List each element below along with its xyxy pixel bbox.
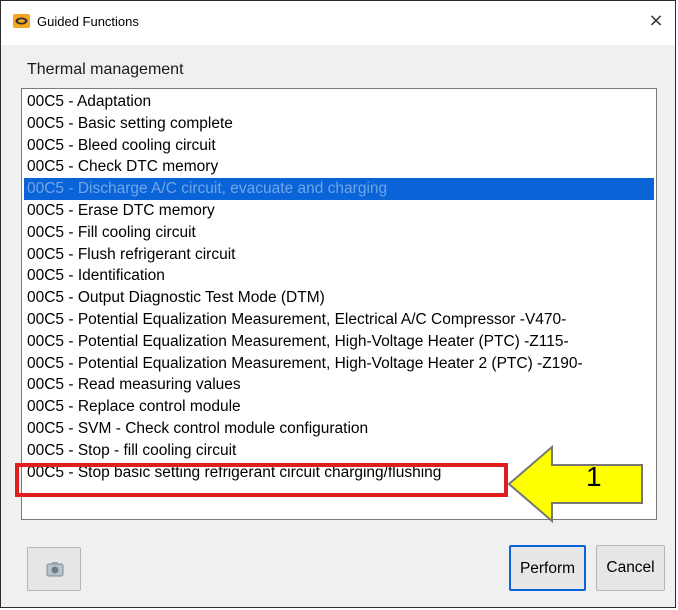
list-item[interactable]: 00C5 - Replace control module xyxy=(24,396,654,418)
list-item[interactable]: 00C5 - Erase DTC memory xyxy=(24,200,654,222)
cancel-button[interactable]: Cancel xyxy=(596,545,665,591)
close-icon[interactable]: × xyxy=(645,10,667,32)
list-item[interactable]: 00C5 - Bleed cooling circuit xyxy=(24,135,654,157)
list-item[interactable]: 00C5 - Output Diagnostic Test Mode (DTM) xyxy=(24,287,654,309)
list-item[interactable]: 00C5 - Read measuring values xyxy=(24,374,654,396)
annotation-arrow-icon xyxy=(507,445,643,523)
guided-functions-dialog: Guided Functions × Thermal management 00… xyxy=(0,0,676,608)
group-label: Thermal management xyxy=(27,61,184,78)
list-item[interactable]: 00C5 - Discharge A/C circuit, evacuate a… xyxy=(24,178,654,201)
list-item[interactable]: 00C5 - Basic setting complete xyxy=(24,113,654,135)
list-item[interactable]: 00C5 - Potential Equalization Measuremen… xyxy=(24,309,654,331)
camera-icon xyxy=(46,562,64,577)
list-item[interactable]: 00C5 - Flush refrigerant circuit xyxy=(24,244,654,266)
list-item[interactable]: 00C5 - Check DTC memory xyxy=(24,156,654,178)
title-bar[interactable]: Guided Functions × xyxy=(1,1,675,45)
annotation-number: 1 xyxy=(586,461,602,492)
list-item[interactable]: 00C5 - Potential Equalization Measuremen… xyxy=(24,331,654,353)
list-item[interactable]: 00C5 - Potential Equalization Measuremen… xyxy=(24,353,654,375)
list-item[interactable]: 00C5 - Identification xyxy=(24,265,654,287)
perform-button[interactable]: Perform xyxy=(509,545,586,591)
screenshot-button[interactable] xyxy=(27,547,81,591)
annotation-highlight-box xyxy=(15,463,508,497)
list-item[interactable]: 00C5 - Fill cooling circuit xyxy=(24,222,654,244)
list-item[interactable]: 00C5 - SVM - Check control module config… xyxy=(24,418,654,440)
app-logo-icon xyxy=(13,14,30,28)
list-item[interactable]: 00C5 - Adaptation xyxy=(24,91,654,113)
window-title: Guided Functions xyxy=(37,14,139,29)
